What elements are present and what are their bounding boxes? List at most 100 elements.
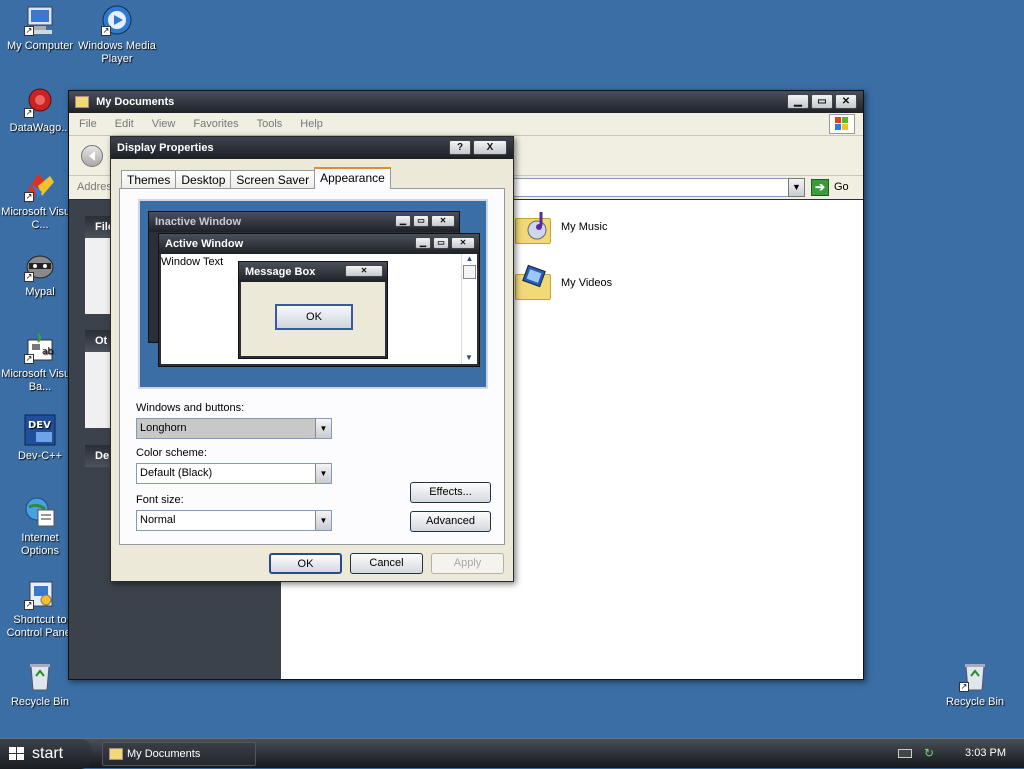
color-scheme-value: Default (Black) [140, 467, 213, 479]
recycle-bin-icon [24, 660, 56, 692]
tab-strip: Themes Desktop Screen Saver Appearance [121, 167, 391, 189]
color-scheme-select[interactable]: Default (Black) ▼ [136, 463, 332, 484]
desktop-icon-label: Shortcut to Control Panel [6, 614, 74, 639]
visual-basic-icon: ab ↗ [24, 332, 56, 364]
menu-bar: File Edit View Favorites Tools Help [69, 113, 863, 135]
chevron-down-icon[interactable]: ▼ [315, 511, 331, 530]
desktop-icon-label: DataWago... [9, 122, 71, 134]
ok-button[interactable]: OK [269, 553, 342, 574]
folder-icon [109, 748, 123, 760]
font-size-label: Font size: [136, 494, 184, 506]
apply-button[interactable]: Apply [431, 553, 504, 574]
windows-logo-icon [9, 747, 24, 760]
preview-ok-button: OK [275, 304, 353, 330]
folder-label: My Music [561, 221, 608, 233]
folder-label: My Videos [561, 277, 613, 289]
maximize-button[interactable]: ▭ [811, 94, 833, 109]
music-folder-icon [513, 208, 553, 246]
desktop-icon-label: Mypal [25, 286, 55, 298]
recycle-bin-icon: ↗ [959, 660, 991, 692]
folder-my-videos[interactable]: My Videos [513, 264, 612, 302]
display-properties-dialog[interactable]: Display Properties ? X Themes Desktop Sc… [110, 136, 514, 582]
scroll-thumb [463, 265, 476, 279]
desktop-icon-label: Windows Media Player [78, 40, 156, 65]
chevron-down-icon[interactable]: ▼ [315, 419, 331, 438]
start-button[interactable]: start [0, 739, 92, 769]
visual-c-icon: ↗ [24, 170, 56, 202]
system-tray: ↻ 3:03 PM [894, 739, 1024, 769]
minimize-button[interactable]: ▁ [787, 94, 809, 109]
taskbar-item-my-documents[interactable]: My Documents [102, 742, 256, 766]
svg-text:DEV: DEV [28, 420, 51, 431]
close-button[interactable]: ✕ [835, 94, 857, 109]
effects-button[interactable]: Effects... [410, 482, 491, 503]
preview-window-text: Window Text [161, 256, 224, 268]
maximize-icon: ▭ [413, 215, 429, 227]
taskbar: start My Documents ↻ 3:03 PM [0, 738, 1024, 769]
network-icon[interactable]: ↻ [924, 746, 934, 760]
video-folder-icon [513, 264, 553, 302]
tab-desktop[interactable]: Desktop [175, 170, 232, 189]
internet-options-icon [24, 496, 56, 528]
desktop-icon-my-computer[interactable]: ↗ My Computer [1, 4, 79, 53]
close-button[interactable]: X [473, 140, 507, 155]
dialog-title: Display Properties [117, 142, 214, 154]
desktop-icon-recycle-bin-2[interactable]: ↗ Recycle Bin [936, 660, 1014, 709]
dialog-titlebar[interactable]: Display Properties ? X [111, 137, 513, 159]
start-label: start [32, 745, 64, 762]
my-documents-titlebar[interactable]: My Documents ▁ ▭ ✕ [69, 91, 863, 113]
datawago-icon: ↗ [24, 86, 56, 118]
advanced-button[interactable]: Advanced [410, 511, 491, 532]
control-panel-icon: ↗ [24, 578, 56, 610]
tab-themes[interactable]: Themes [121, 170, 177, 189]
menu-tools[interactable]: Tools [257, 118, 283, 130]
back-arrow-icon[interactable] [81, 145, 103, 167]
desktop-icon-label: Recycle Bin [10, 696, 70, 708]
menu-favorites[interactable]: Favorites [193, 118, 238, 130]
keyboard-icon[interactable] [898, 749, 912, 758]
clock[interactable]: 3:03 PM [965, 747, 1006, 759]
svg-text:ab: ab [42, 347, 54, 357]
go-arrow-icon[interactable]: ➔ [811, 179, 829, 196]
minimize-icon: ▁ [395, 215, 411, 227]
windows-buttons-select[interactable]: Longhorn ▼ [136, 418, 332, 439]
close-icon: ✕ [431, 215, 455, 227]
menu-file[interactable]: File [79, 118, 97, 130]
dev-cpp-icon: DEV [24, 414, 56, 446]
appearance-preview: Inactive Window ▁ ▭ ✕ Active Window ▁ ▭ ✕ Wi… [138, 199, 488, 389]
menu-edit[interactable]: Edit [115, 118, 134, 130]
chevron-down-icon[interactable]: ▼ [315, 464, 331, 483]
font-size-select[interactable]: Normal ▼ [136, 510, 332, 531]
close-icon: ✕ [345, 265, 383, 277]
desktop-icon-media-player[interactable]: ↗ Windows Media Player [78, 4, 156, 66]
desktop-icon-label: My Computer [6, 40, 74, 52]
preview-inactive-title: Inactive Window [155, 216, 242, 228]
menu-help[interactable]: Help [300, 118, 323, 130]
windows-buttons-label: Windows and buttons: [136, 402, 245, 414]
desktop-icon-label: Dev-C++ [17, 450, 63, 462]
go-button[interactable]: Go [834, 181, 849, 193]
raccoon-icon: ↗ [24, 250, 56, 282]
preview-message-box: Message Box ✕ OK [238, 261, 388, 359]
preview-scrollbar: ▲ ▼ [461, 254, 477, 364]
desktop-icon-label: Internet Options [21, 532, 59, 557]
windows-buttons-value: Longhorn [140, 422, 187, 434]
color-scheme-label: Color scheme: [136, 447, 207, 459]
taskbar-item-label: My Documents [127, 748, 201, 760]
scroll-up-icon: ▲ [465, 254, 474, 263]
cancel-button[interactable]: Cancel [350, 553, 423, 574]
appearance-panel: Inactive Window ▁ ▭ ✕ Active Window ▁ ▭ ✕ Wi… [119, 188, 505, 545]
close-icon: ✕ [451, 237, 475, 249]
tab-appearance[interactable]: Appearance [314, 167, 391, 189]
preview-active-title: Active Window [165, 238, 244, 250]
help-button[interactable]: ? [449, 140, 471, 155]
menu-view[interactable]: View [152, 118, 176, 130]
chevron-down-icon[interactable]: ▼ [788, 178, 805, 197]
media-player-icon: ↗ [101, 4, 133, 36]
maximize-icon: ▭ [433, 237, 449, 249]
tab-screen-saver[interactable]: Screen Saver [230, 170, 316, 189]
folder-icon [75, 96, 89, 109]
folder-my-music[interactable]: My Music [513, 208, 607, 246]
font-size-value: Normal [140, 514, 176, 526]
scroll-down-icon: ▼ [465, 353, 473, 362]
